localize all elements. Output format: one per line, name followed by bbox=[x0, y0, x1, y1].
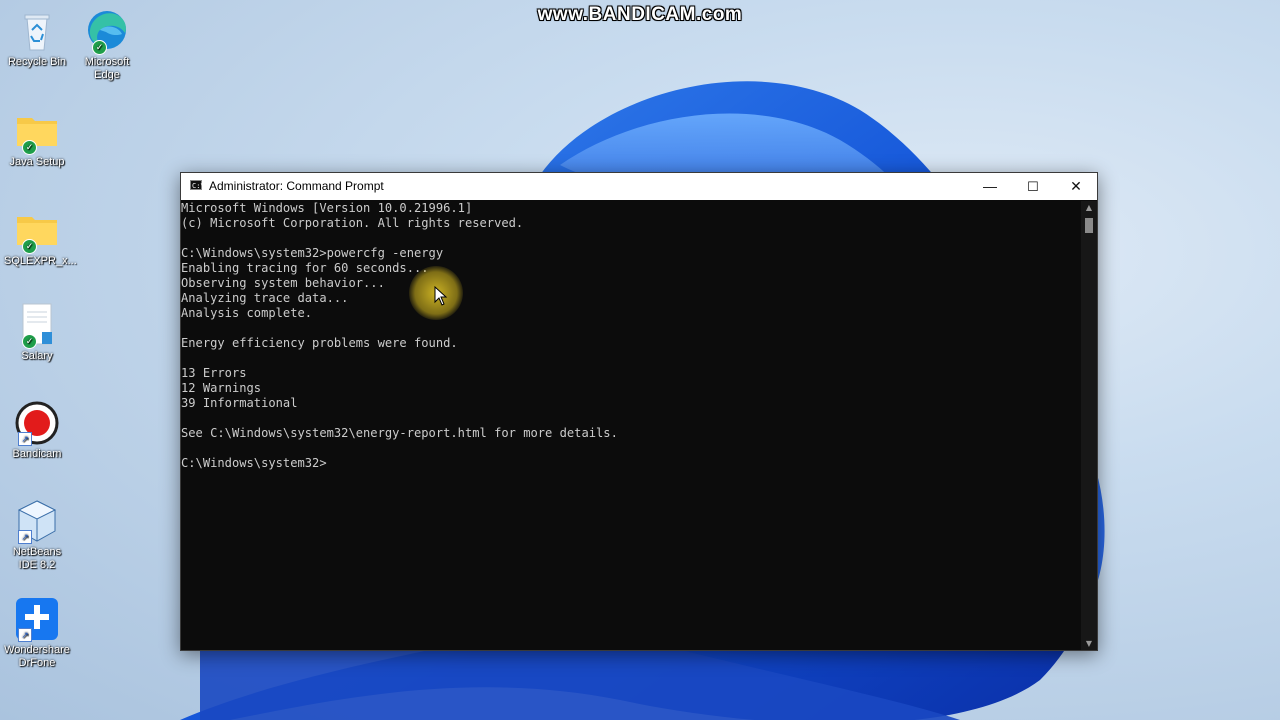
shortcut-arrow-icon: ↗ bbox=[18, 628, 32, 642]
console-line: Analyzing trace data... bbox=[181, 291, 349, 305]
desktop-icon-recycle-bin[interactable]: Recycle Bin bbox=[4, 8, 70, 69]
mouse-pointer-icon bbox=[434, 286, 448, 306]
desktop-icon-java-setup[interactable]: ✓ Java Setup bbox=[4, 108, 70, 169]
minimize-button[interactable]: — bbox=[969, 173, 1011, 200]
desktop-icon-label: Bandicam bbox=[12, 448, 62, 460]
console-line: 13 Errors bbox=[181, 366, 247, 380]
desktop-icon-bandicam[interactable]: ↗ Bandicam bbox=[4, 400, 70, 461]
vertical-scrollbar[interactable]: ▲ ▼ bbox=[1081, 201, 1097, 650]
desktop-icon-sqlexpr[interactable]: ✓ SQLEXPR_x... bbox=[4, 207, 77, 268]
close-button[interactable]: ✕ bbox=[1055, 173, 1097, 200]
shortcut-arrow-icon: ↗ bbox=[18, 432, 32, 446]
console-output[interactable]: Microsoft Windows [Version 10.0.21996.1]… bbox=[181, 201, 1081, 650]
console-icon: C:\ bbox=[190, 180, 205, 190]
console-line: Enabling tracing for 60 seconds... bbox=[181, 261, 429, 275]
console-line: Observing system behavior... bbox=[181, 276, 385, 290]
recycle-bin-icon bbox=[14, 8, 60, 54]
console-line: Microsoft Windows [Version 10.0.21996.1] bbox=[181, 201, 473, 215]
desktop-icon-label: Wondershare DrFone bbox=[4, 644, 70, 669]
desktop-icon-label: SQLEXPR_x... bbox=[4, 255, 77, 267]
desktop-icon-label: Java Setup bbox=[9, 156, 65, 168]
desktop-icon-salary[interactable]: ✓ Salary bbox=[4, 302, 70, 363]
desktop-icon-label: Salary bbox=[21, 350, 53, 362]
console-line: (c) Microsoft Corporation. All rights re… bbox=[181, 216, 524, 230]
sync-check-icon: ✓ bbox=[22, 334, 37, 349]
sync-check-icon: ✓ bbox=[22, 239, 37, 254]
desktop-icon-microsoft-edge[interactable]: ✓ Microsoft Edge bbox=[74, 8, 140, 82]
desktop-icon-wondershare-drfone[interactable]: ↗ Wondershare DrFone bbox=[4, 596, 70, 670]
window-titlebar[interactable]: C:\ Administrator: Command Prompt — ☐ ✕ bbox=[181, 173, 1097, 200]
console-line: Analysis complete. bbox=[181, 306, 313, 320]
maximize-button[interactable]: ☐ bbox=[1012, 173, 1054, 200]
folder-icon: ✓ bbox=[14, 108, 60, 155]
sync-check-icon: ✓ bbox=[22, 140, 37, 155]
sync-check-icon: ✓ bbox=[92, 40, 107, 55]
desktop-icon-label: Microsoft Edge bbox=[84, 56, 130, 81]
scrollbar-thumb[interactable] bbox=[1085, 218, 1093, 233]
console-line: Energy efficiency problems were found. bbox=[181, 336, 458, 350]
scroll-up-icon[interactable]: ▲ bbox=[1081, 203, 1097, 212]
console-line: 12 Warnings bbox=[181, 381, 262, 395]
window-title: Administrator: Command Prompt bbox=[209, 179, 384, 193]
console-line: See C:\Windows\system32\energy-report.ht… bbox=[181, 426, 618, 440]
drfone-icon: ↗ bbox=[14, 596, 60, 642]
console-prompt-line[interactable]: C:\Windows\system32> bbox=[181, 456, 1081, 471]
console-line: C:\Windows\system32>powercfg -energy bbox=[181, 246, 444, 260]
desktop-icon-netbeans[interactable]: ↗ NetBeans IDE 8.2 bbox=[4, 498, 70, 572]
command-prompt-window[interactable]: C:\ Administrator: Command Prompt — ☐ ✕ … bbox=[180, 172, 1098, 651]
bandicam-icon: ↗ bbox=[14, 400, 60, 446]
netbeans-cube-icon: ↗ bbox=[14, 498, 60, 544]
spreadsheet-file-icon: ✓ bbox=[14, 302, 60, 349]
scroll-down-icon[interactable]: ▼ bbox=[1081, 639, 1097, 648]
recording-watermark: www.BANDICAM.com bbox=[537, 4, 743, 25]
edge-icon: ✓ bbox=[84, 8, 130, 55]
folder-icon: ✓ bbox=[14, 207, 60, 254]
shortcut-arrow-icon: ↗ bbox=[18, 530, 32, 544]
desktop-icon-label: NetBeans IDE 8.2 bbox=[12, 546, 62, 571]
desktop-icon-label: Recycle Bin bbox=[7, 56, 67, 68]
console-line: 39 Informational bbox=[181, 396, 298, 410]
